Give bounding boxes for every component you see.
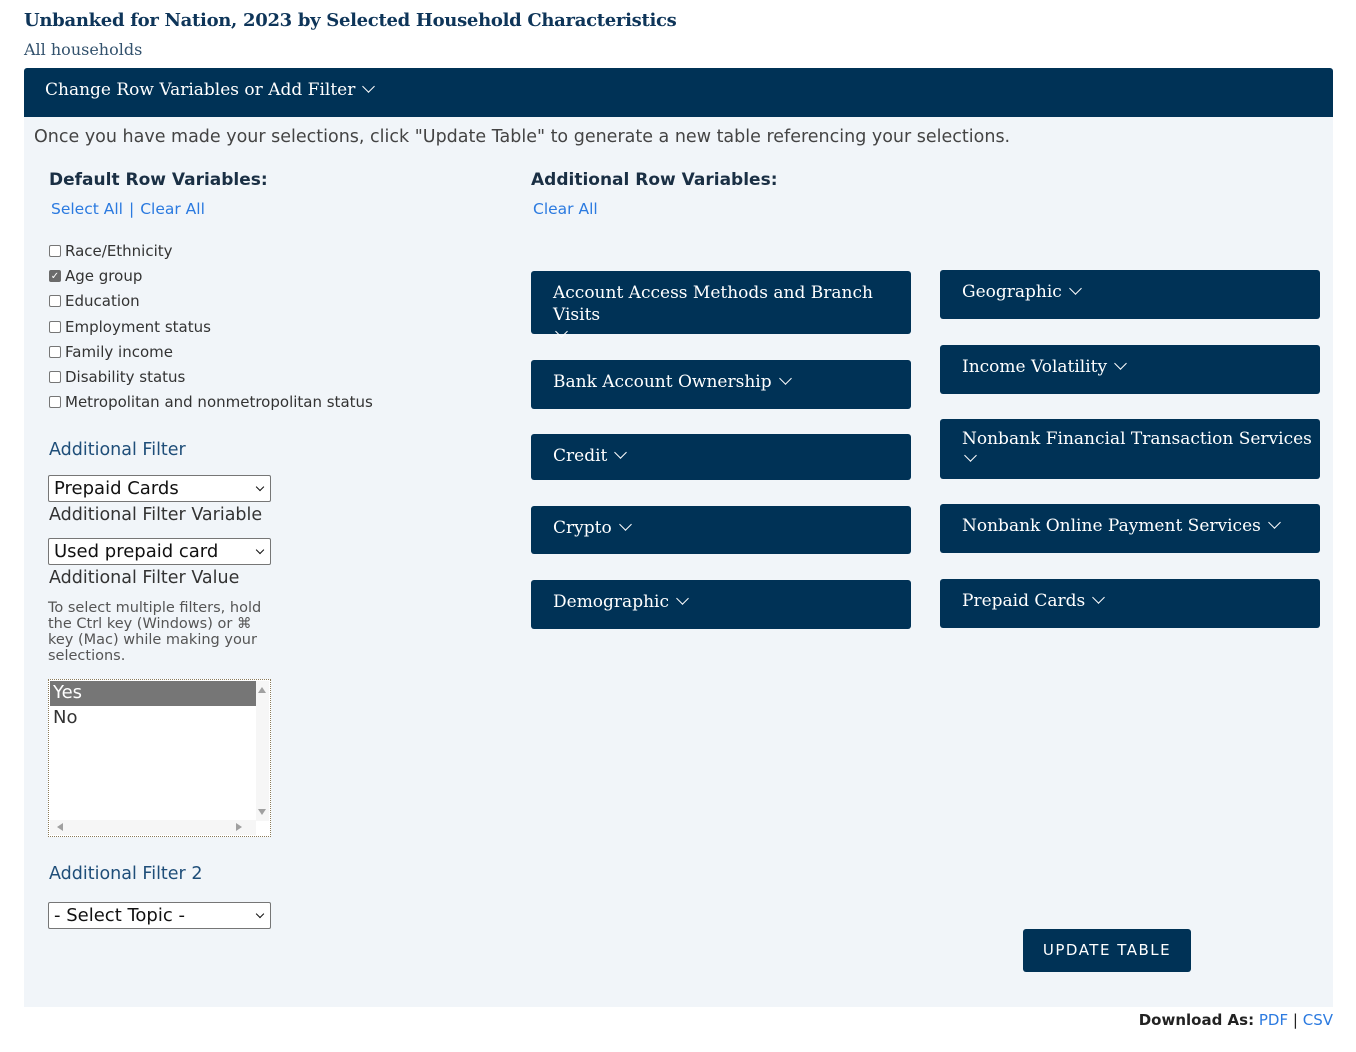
- select-value: Prepaid Cards: [54, 478, 179, 499]
- download-links: Download As: PDF | CSV: [1139, 1011, 1333, 1029]
- chevron-down-icon: [255, 545, 265, 555]
- select-all-link[interactable]: Select All: [51, 200, 123, 218]
- clear-all-default-link[interactable]: Clear All: [140, 200, 205, 218]
- update-table-button[interactable]: UPDATE TABLE: [1023, 929, 1191, 972]
- download-separator: |: [1292, 1011, 1298, 1029]
- accordion-label: Nonbank Financial Transaction Services: [962, 429, 1312, 449]
- accordion-geographic[interactable]: Geographic: [940, 270, 1320, 319]
- accordion-label: Bank Account Ownership: [553, 372, 772, 392]
- chevron-down-icon: [555, 325, 568, 338]
- listbox-option-yes[interactable]: Yes: [50, 681, 256, 706]
- accordion-credit[interactable]: Credit: [531, 434, 911, 480]
- chevron-down-icon: [618, 518, 632, 531]
- additional-rows-links: Clear All: [533, 199, 598, 218]
- select-value: - Select Topic -: [54, 905, 185, 926]
- chevron-down-icon: [362, 80, 376, 93]
- accordion-label: Income Volatility: [962, 357, 1108, 377]
- checkbox[interactable]: [49, 295, 61, 307]
- checkbox-label: Family income: [65, 343, 173, 361]
- chevron-down-icon: [1268, 516, 1281, 529]
- default-row-variables-heading: Default Row Variables:: [49, 170, 268, 190]
- accordion-demographic[interactable]: Demographic: [531, 580, 911, 629]
- accordion-prepaid-cards[interactable]: Prepaid Cards: [940, 579, 1320, 628]
- filter-value-listbox[interactable]: Yes No: [48, 679, 271, 837]
- download-csv-link[interactable]: CSV: [1303, 1011, 1333, 1029]
- accordion-nonbank-online-payment-services[interactable]: Nonbank Online Payment Services: [940, 504, 1320, 553]
- filter-2-topic-select[interactable]: - Select Topic -: [48, 902, 271, 929]
- checkbox-age-group[interactable]: ✓ Age group: [49, 267, 142, 285]
- checkbox[interactable]: [49, 371, 61, 383]
- download-label: Download As:: [1138, 1011, 1255, 1029]
- download-pdf-link[interactable]: PDF: [1259, 1011, 1288, 1029]
- accordion-label: Geographic: [962, 282, 1062, 302]
- chevron-down-icon: [614, 446, 628, 459]
- checkbox-family-income[interactable]: Family income: [49, 343, 173, 361]
- checkbox-label: Employment status: [65, 318, 211, 336]
- accordion-nonbank-financial-transaction-services[interactable]: Nonbank Financial Transaction Services: [940, 419, 1320, 479]
- checkbox-label: Race/Ethnicity: [65, 242, 173, 260]
- accordion-income-volatility[interactable]: Income Volatility: [940, 345, 1320, 394]
- link-separator: |: [128, 200, 135, 218]
- chevron-down-icon: [255, 482, 265, 492]
- chevron-down-icon: [1114, 357, 1127, 370]
- select-value: Used prepaid card: [54, 541, 219, 562]
- chevron-down-icon: [1092, 591, 1106, 604]
- chevron-down-icon: [778, 372, 792, 385]
- accordion-label: Credit: [553, 446, 608, 466]
- filter-topic-select[interactable]: Prepaid Cards: [48, 475, 271, 502]
- accordion-label: Account Access Methods and Branch Visits: [553, 283, 873, 325]
- checkbox-metropolitan-status[interactable]: Metropolitan and nonmetropolitan status: [49, 393, 373, 411]
- accordion-account-access-methods[interactable]: Account Access Methods and Branch Visits: [531, 271, 911, 338]
- additional-filter-heading: Additional Filter: [49, 440, 186, 460]
- chevron-down-icon: [1068, 282, 1082, 295]
- filter-variable-select[interactable]: Used prepaid card: [48, 538, 271, 565]
- vertical-scrollbar[interactable]: [256, 681, 269, 821]
- additional-filter-2-heading: Additional Filter 2: [49, 864, 203, 884]
- checkbox-label: Education: [65, 292, 140, 310]
- additional-row-variables-heading: Additional Row Variables:: [531, 170, 778, 190]
- listbox-option-no[interactable]: No: [50, 706, 256, 731]
- filter-panel: Once you have made your selections, clic…: [24, 117, 1333, 1007]
- checkbox-label: Metropolitan and nonmetropolitan status: [65, 393, 373, 411]
- checkbox[interactable]: [49, 396, 61, 408]
- filter-variable-label: Additional Filter Variable: [49, 505, 263, 525]
- scroll-up-icon[interactable]: [258, 687, 266, 693]
- scroll-right-icon[interactable]: [236, 823, 242, 831]
- checkbox-disability-status[interactable]: Disability status: [49, 368, 185, 386]
- accordion-label: Crypto: [553, 518, 612, 538]
- toggle-label: Change Row Variables or Add Filter: [45, 80, 356, 100]
- change-row-variables-toggle[interactable]: Change Row Variables or Add Filter: [24, 68, 1333, 117]
- checkbox[interactable]: [49, 245, 61, 257]
- accordion-label: Demographic: [553, 592, 669, 612]
- accordion-label: Nonbank Online Payment Services: [962, 516, 1261, 536]
- multi-select-hint: To select multiple filters, hold the Ctr…: [48, 600, 262, 664]
- checkbox-label: Disability status: [65, 368, 186, 386]
- checkbox-race-ethnicity[interactable]: Race/Ethnicity: [49, 242, 173, 260]
- checkbox-employment-status[interactable]: Employment status: [49, 318, 211, 336]
- accordion-bank-account-ownership[interactable]: Bank Account Ownership: [531, 360, 911, 409]
- horizontal-scrollbar[interactable]: [50, 820, 256, 835]
- accordion-label: Prepaid Cards: [962, 591, 1086, 611]
- checkbox-label: Age group: [65, 267, 143, 285]
- default-rows-links: Select All | Clear All: [51, 199, 205, 218]
- accordion-crypto[interactable]: Crypto: [531, 506, 911, 554]
- checkbox[interactable]: [49, 321, 61, 333]
- chevron-down-icon: [676, 592, 689, 605]
- page-subtitle: All households: [24, 40, 143, 59]
- scroll-down-icon[interactable]: [258, 809, 266, 815]
- instructions-text: Once you have made your selections, clic…: [34, 127, 1011, 147]
- checkbox-checked[interactable]: ✓: [49, 270, 61, 282]
- checkbox-education[interactable]: Education: [49, 292, 140, 310]
- filter-value-label: Additional Filter Value: [49, 568, 240, 588]
- scroll-left-icon[interactable]: [57, 823, 63, 831]
- clear-all-additional-link[interactable]: Clear All: [533, 200, 598, 218]
- chevron-down-icon: [255, 909, 265, 919]
- checkbox[interactable]: [49, 346, 61, 358]
- chevron-down-icon: [964, 449, 977, 462]
- page-title: Unbanked for Nation, 2023 by Selected Ho…: [24, 10, 677, 31]
